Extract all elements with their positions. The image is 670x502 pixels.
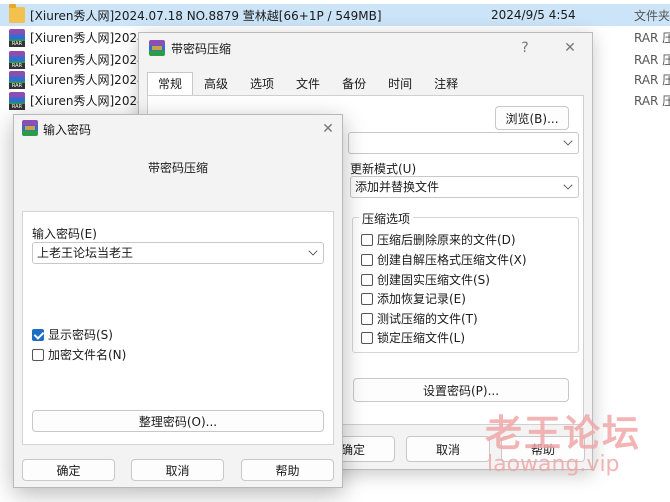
file-name: [Xiuren秀人网]2024 [30,30,145,45]
tab-time[interactable]: 时间 [377,72,423,96]
checkbox[interactable] [361,331,373,344]
cancel-button[interactable]: 取消 [406,436,490,462]
checkbox[interactable] [361,292,373,305]
password-panel: 输入密码(E) 上老王论坛当老王 显示密码(S) 加密文件名(N) 整理密码(O… [22,211,334,445]
dialog-title: 输入密码 [43,123,92,137]
encrypt-filenames-option[interactable]: 加密文件名(N) [32,346,126,363]
show-password-option[interactable]: 显示密码(S) [32,326,113,343]
chevron-down-icon [563,180,573,190]
option-lock-archive[interactable]: 锁定压缩文件(L) [361,329,465,346]
password-label: 输入密码(E) [32,227,97,241]
set-password-button[interactable]: 设置密码(P)... [353,378,569,402]
option-solid[interactable]: 创建固实压缩文件(S) [361,271,490,288]
file-name: [Xiuren秀人网]2024.07.18 NO.8879 萱林越[66+1P … [30,8,382,23]
file-name: [Xiuren秀人网]2024 [30,93,145,108]
file-row[interactable]: [Xiuren秀人网]2024.07.18 NO.8879 萱林越[66+1P … [0,4,670,26]
password-value: 上老王论坛当老王 [37,246,134,260]
cancel-button[interactable]: 取消 [131,459,224,481]
rar-icon [9,71,25,89]
compress-options-title: 压缩选项 [359,210,414,227]
winrar-icon [22,120,38,136]
option-label: 锁定压缩文件(L) [377,331,466,345]
rar-icon [9,92,25,110]
option-label: 添加恢复记录(E) [377,292,466,306]
title-bar: 输入密码 ✕ [14,115,342,145]
title-bar: 带密码压缩 ? ✕ [139,33,592,63]
help-button[interactable]: 帮助 [241,459,334,481]
option-label: 创建自解压格式压缩文件(X) [377,253,527,267]
file-type: RAR 压 [634,30,670,45]
option-label: 测试压缩的文件(T) [377,312,478,326]
file-name: [Xiuren秀人网]2024 [30,72,145,87]
tab-comment[interactable]: 注释 [423,72,469,96]
close-icon[interactable]: ✕ [317,118,339,140]
checkbox-checked[interactable] [32,328,44,341]
update-mode-value: 添加并替换文件 [355,180,440,194]
compress-options-group: 压缩选项 压缩后删除原来的文件(D) 创建自解压格式压缩文件(X) 创建固实压缩… [352,210,579,353]
tab-general[interactable]: 常规 [147,72,194,96]
file-type: 文件夹 [634,8,670,23]
file-date: 2024/9/5 4:54 [491,8,576,22]
close-icon[interactable]: ✕ [559,37,581,59]
rar-icon [9,29,25,47]
chevron-down-icon [308,246,318,256]
password-input[interactable]: 上老王论坛当老王 [32,242,324,264]
rar-icon [9,51,25,69]
checkbox[interactable] [361,233,373,246]
folder-icon [9,4,25,23]
option-label: 显示密码(S) [48,328,113,342]
file-type: RAR 压 [634,93,670,108]
chevron-down-icon [563,136,573,146]
browse-button[interactable]: 浏览(B)... [495,106,569,130]
tab-advanced[interactable]: 高级 [193,72,239,96]
ok-button[interactable]: 确定 [22,459,115,481]
password-dialog: 输入密码 ✕ 带密码压缩 输入密码(E) 上老王论坛当老王 显示密码(S) 加密… [13,114,343,488]
file-type: RAR 压 [634,72,670,87]
checkbox[interactable] [32,348,44,361]
dialog-heading: 带密码压缩 [147,161,208,175]
tab-options[interactable]: 选项 [239,72,285,96]
file-name: [Xiuren秀人网]2024 [30,52,145,67]
archive-name-combo[interactable] [348,132,579,154]
organize-passwords-button[interactable]: 整理密码(O)... [32,410,324,432]
option-label: 加密文件名(N) [48,348,127,362]
option-sfx[interactable]: 创建自解压格式压缩文件(X) [361,251,527,268]
help-button[interactable]: 帮助 [501,436,585,462]
tab-files[interactable]: 文件 [285,72,331,96]
option-delete-after[interactable]: 压缩后删除原来的文件(D) [361,231,516,248]
checkbox[interactable] [361,273,373,286]
dialog-title: 带密码压缩 [171,42,232,56]
option-label: 创建固实压缩文件(S) [377,273,490,287]
checkbox[interactable] [361,253,373,266]
option-label: 压缩后删除原来的文件(D) [377,233,516,247]
update-mode-label: 更新模式(U) [350,162,417,176]
file-type: RAR 压 [634,52,670,67]
tab-bar: 常规 高级 选项 文件 备份 时间 注释 [147,72,469,96]
option-test-archive[interactable]: 测试压缩的文件(T) [361,310,478,327]
help-icon[interactable]: ? [514,37,536,59]
winrar-icon [149,40,165,56]
update-mode-select[interactable]: 添加并替换文件 [350,176,579,198]
option-recovery-record[interactable]: 添加恢复记录(E) [361,290,466,307]
tab-backup[interactable]: 备份 [331,72,377,96]
checkbox[interactable] [361,312,373,325]
